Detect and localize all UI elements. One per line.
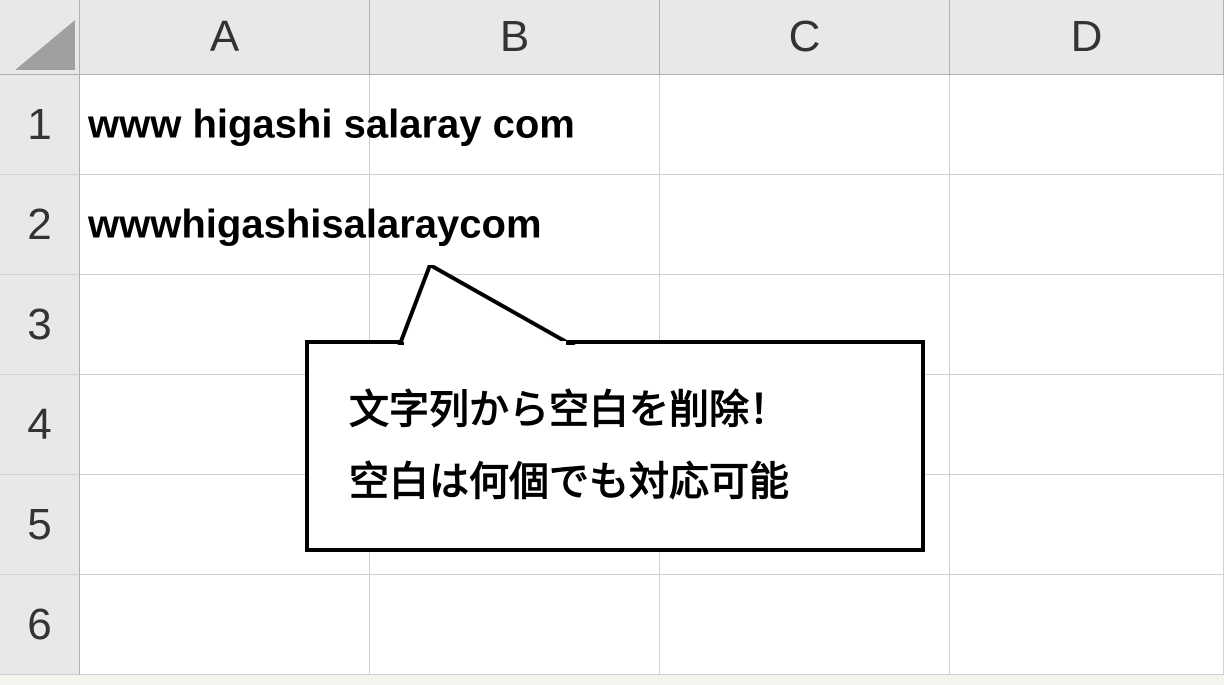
row-header-6[interactable]: 6 [0, 575, 80, 675]
cell-c1[interactable] [660, 75, 950, 175]
column-header-d[interactable]: D [950, 0, 1224, 75]
callout-line-1: 文字列から空白を削除！ [349, 374, 881, 446]
cell-a1-text: www higashi salaray com [88, 102, 575, 147]
cell-d2[interactable] [950, 175, 1224, 275]
cell-d4[interactable] [950, 375, 1224, 475]
cell-c2[interactable] [660, 175, 950, 275]
cell-a6[interactable] [80, 575, 370, 675]
column-header-a[interactable]: A [80, 0, 370, 75]
select-all-corner[interactable] [0, 0, 80, 75]
cell-d1[interactable] [950, 75, 1224, 175]
cell-b6[interactable] [370, 575, 660, 675]
callout-box: 文字列から空白を削除！ 空白は何個でも対応可能 [305, 340, 925, 552]
row-header-4[interactable]: 4 [0, 375, 80, 475]
cell-d5[interactable] [950, 475, 1224, 575]
cell-a1[interactable]: www higashi salaray com [80, 75, 370, 175]
cell-c6[interactable] [660, 575, 950, 675]
speech-callout: 文字列から空白を削除！ 空白は何個でも対応可能 [305, 340, 925, 552]
row-header-3[interactable]: 3 [0, 275, 80, 375]
column-header-c[interactable]: C [660, 0, 950, 75]
cell-d3[interactable] [950, 275, 1224, 375]
cell-a2-text: wwwhigashisalaraycom [88, 202, 542, 247]
spreadsheet-grid: A B C D 1 www higashi salaray com 2 wwwh… [0, 0, 1224, 675]
row-header-5[interactable]: 5 [0, 475, 80, 575]
row-header-1[interactable]: 1 [0, 75, 80, 175]
cell-d6[interactable] [950, 575, 1224, 675]
column-header-b[interactable]: B [370, 0, 660, 75]
callout-line-2: 空白は何個でも対応可能 [349, 446, 881, 518]
cell-a2[interactable]: wwwhigashisalaraycom [80, 175, 370, 275]
callout-pointer-icon [390, 265, 590, 345]
row-header-2[interactable]: 2 [0, 175, 80, 275]
